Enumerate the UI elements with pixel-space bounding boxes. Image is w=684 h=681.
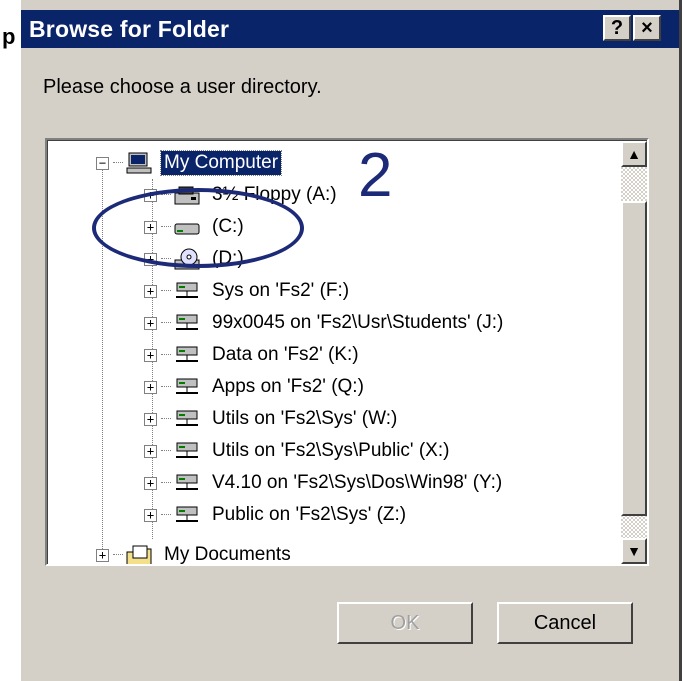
tree-node-drive[interactable]: + Apps on 'Fs2' (Q:): [144, 371, 367, 403]
scroll-up-button[interactable]: ▲: [621, 141, 647, 167]
network-drive-icon: [173, 440, 203, 462]
tree-label[interactable]: 99x0045 on 'Fs2\Usr\Students' (J:): [209, 311, 506, 335]
tree-label[interactable]: My Documents: [161, 543, 294, 564]
tree-label[interactable]: My Computer: [159, 150, 283, 176]
tree-node-drive[interactable]: + Utils on 'Fs2\Sys' (W:): [144, 403, 400, 435]
tree-label[interactable]: Data on 'Fs2' (K:): [209, 343, 362, 367]
expand-toggle[interactable]: +: [144, 476, 157, 490]
tree-label[interactable]: Sys on 'Fs2' (F:): [209, 279, 352, 303]
tree-node-drive[interactable]: +99x0045 on 'Fs2\Usr\Students' (J:): [144, 307, 506, 339]
tree-label[interactable]: Utils on 'Fs2\Sys\Public' (X:): [209, 439, 452, 463]
network-drive-icon: [173, 408, 203, 430]
tree-node-drive[interactable]: + Sys on 'Fs2' (F:): [144, 275, 352, 307]
tree-node-drive[interactable]: + Utils on 'Fs2\Sys\Public' (X:): [144, 435, 452, 467]
tree-label[interactable]: V4.10 on 'Fs2\Sys\Dos\Win98' (Y:): [209, 471, 505, 495]
network-drive-icon: [173, 280, 203, 302]
background-title-char: p: [2, 24, 16, 49]
expand-toggle[interactable]: +: [144, 380, 157, 394]
network-drive-icon: [173, 344, 203, 366]
tree-label[interactable]: Public on 'Fs2\Sys' (Z:): [209, 503, 409, 527]
tree-label[interactable]: Utils on 'Fs2\Sys' (W:): [209, 407, 400, 431]
title-bar[interactable]: Browse for Folder ? ×: [21, 10, 679, 48]
expand-toggle[interactable]: +: [144, 508, 157, 522]
expand-toggle[interactable]: +: [144, 348, 157, 362]
annotation-number: 2: [358, 141, 393, 210]
computer-icon: [125, 152, 155, 174]
network-drive-icon: [173, 472, 203, 494]
tree-node-drive[interactable]: + V4.10 on 'Fs2\Sys\Dos\Win98' (Y:): [144, 467, 505, 499]
ok-button[interactable]: OK: [337, 602, 473, 644]
network-drive-icon: [173, 504, 203, 526]
expand-toggle[interactable]: +: [96, 548, 109, 562]
scroll-down-button[interactable]: ▼: [621, 538, 647, 564]
expand-toggle[interactable]: +: [144, 412, 157, 426]
network-drive-icon: [173, 376, 203, 398]
expand-toggle[interactable]: +: [144, 284, 157, 298]
expand-toggle[interactable]: +: [144, 316, 157, 330]
close-button[interactable]: ×: [633, 15, 661, 41]
tree-node-drive[interactable]: + Public on 'Fs2\Sys' (Z:): [144, 499, 409, 531]
scroll-thumb[interactable]: [621, 201, 647, 516]
annotation-circle: [92, 188, 304, 268]
help-button[interactable]: ?: [603, 15, 631, 41]
dialog-title: Browse for Folder: [29, 16, 230, 42]
tree-label[interactable]: Apps on 'Fs2' (Q:): [209, 375, 367, 399]
network-drive-icon: [173, 312, 203, 334]
tree-node-my-documents[interactable]: + My Documents: [96, 539, 294, 564]
cancel-button[interactable]: Cancel: [497, 602, 633, 644]
collapse-toggle[interactable]: −: [96, 156, 109, 170]
expand-toggle[interactable]: +: [144, 444, 157, 458]
browse-for-folder-dialog: Browse for Folder ? × Please choose a us…: [18, 0, 682, 681]
my-documents-icon: [125, 544, 155, 564]
prompt-text: Please choose a user directory.: [43, 76, 322, 98]
tree-node-my-computer[interactable]: − My Computer: [96, 147, 283, 179]
vertical-scrollbar[interactable]: ▲ ▼: [621, 141, 647, 564]
tree-node-drive[interactable]: + Data on 'Fs2' (K:): [144, 339, 362, 371]
